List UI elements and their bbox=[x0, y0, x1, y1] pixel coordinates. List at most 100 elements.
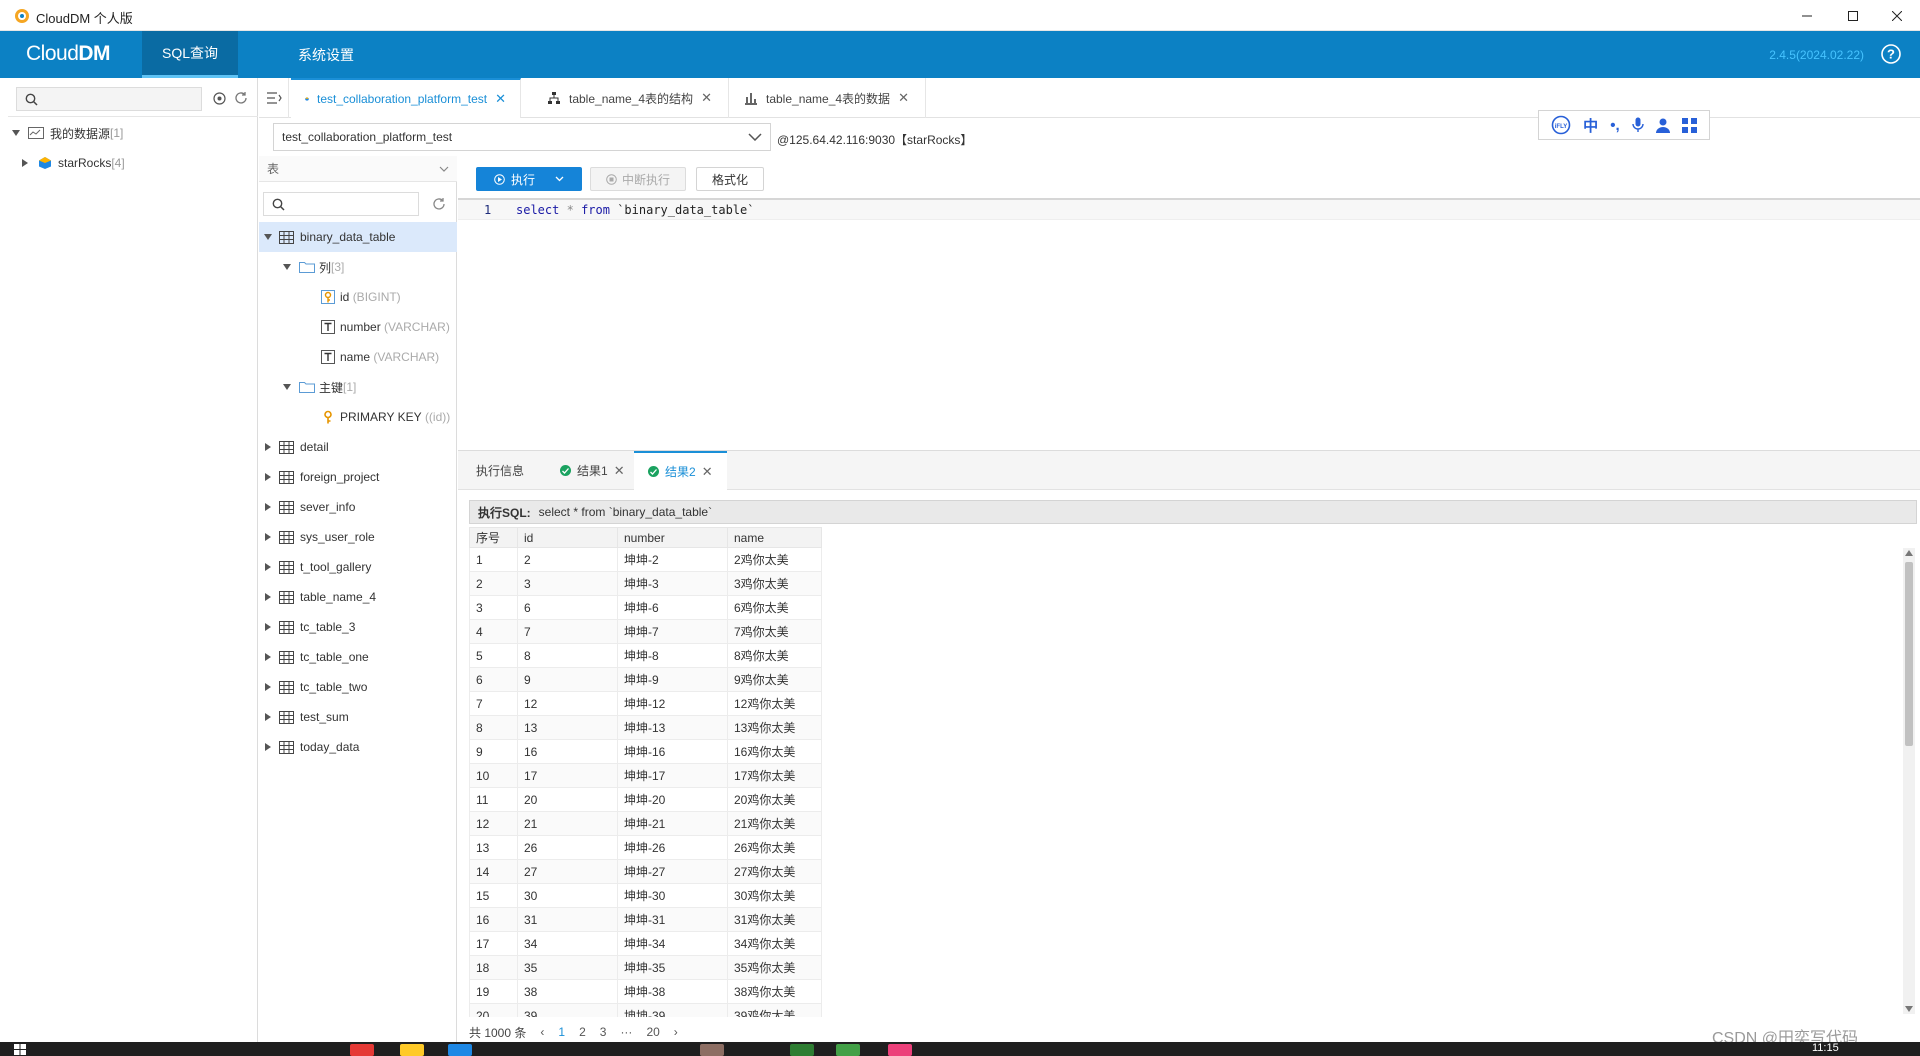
tree-table-item[interactable]: today_data bbox=[259, 732, 457, 762]
cell-name[interactable]: 9鸡你太美 bbox=[727, 667, 822, 692]
cell-number[interactable]: 坤坤-39 bbox=[617, 1003, 728, 1017]
close-tab-icon[interactable]: ✕ bbox=[701, 90, 712, 106]
execute-button[interactable]: 执行 bbox=[476, 167, 582, 191]
cell-index[interactable]: 2 bbox=[469, 571, 518, 596]
sql-editor[interactable]: 1 select * from `binary_data_table` bbox=[458, 198, 1920, 448]
table-row[interactable]: 14 27 坤坤-27 27鸡你太美 bbox=[469, 859, 822, 884]
page-20-button[interactable]: 20 bbox=[646, 1025, 659, 1039]
cell-name[interactable]: 20鸡你太美 bbox=[727, 787, 822, 812]
cell-id[interactable]: 31 bbox=[517, 907, 618, 932]
tree-primary-key[interactable]: PRIMARY KEY ((id)) bbox=[259, 402, 457, 432]
cell-id[interactable]: 35 bbox=[517, 955, 618, 980]
cell-id[interactable]: 2 bbox=[517, 547, 618, 572]
cell-id[interactable]: 17 bbox=[517, 763, 618, 788]
table-row[interactable]: 3 6 坤坤-6 6鸡你太美 bbox=[469, 595, 822, 620]
cell-name[interactable]: 27鸡你太美 bbox=[727, 859, 822, 884]
cell-number[interactable]: 坤坤-21 bbox=[617, 811, 728, 836]
column-header-index[interactable]: 序号 bbox=[469, 527, 518, 548]
cell-number[interactable]: 坤坤-3 bbox=[617, 571, 728, 596]
cell-index[interactable]: 19 bbox=[469, 979, 518, 1004]
collapse-panel-icon[interactable] bbox=[259, 78, 289, 118]
page-ellipsis[interactable]: ··· bbox=[620, 1025, 632, 1039]
cell-index[interactable]: 3 bbox=[469, 595, 518, 620]
cell-index[interactable]: 17 bbox=[469, 931, 518, 956]
tree-table-item[interactable]: tc_table_two bbox=[259, 672, 457, 702]
tree-table-item[interactable]: test_sum bbox=[259, 702, 457, 732]
cell-index[interactable]: 4 bbox=[469, 619, 518, 644]
table-row[interactable]: 13 26 坤坤-26 26鸡你太美 bbox=[469, 835, 822, 860]
cell-id[interactable]: 6 bbox=[517, 595, 618, 620]
object-type-select[interactable]: 表 bbox=[259, 156, 457, 182]
cell-number[interactable]: 坤坤-6 bbox=[617, 595, 728, 620]
app-taskbar-icon[interactable] bbox=[888, 1044, 912, 1056]
cell-name[interactable]: 6鸡你太美 bbox=[727, 595, 822, 620]
database-select[interactable]: test_collaboration_platform_test bbox=[273, 123, 771, 151]
table-row[interactable]: 20 39 坤坤-39 39鸡你太美 bbox=[469, 1003, 822, 1017]
cell-name[interactable]: 34鸡你太美 bbox=[727, 931, 822, 956]
cell-index[interactable]: 1 bbox=[469, 547, 518, 572]
cell-id[interactable]: 20 bbox=[517, 787, 618, 812]
page-3-button[interactable]: 3 bbox=[600, 1025, 607, 1039]
tree-folder-columns[interactable]: 列 [3] bbox=[259, 252, 457, 282]
folder-icon[interactable] bbox=[400, 1044, 424, 1056]
cell-index[interactable]: 20 bbox=[469, 1003, 518, 1017]
page-1-button[interactable]: 1 bbox=[558, 1025, 565, 1039]
cell-index[interactable]: 7 bbox=[469, 691, 518, 716]
cell-number[interactable]: 坤坤-12 bbox=[617, 691, 728, 716]
table-row[interactable]: 15 30 坤坤-30 30鸡你太美 bbox=[469, 883, 822, 908]
maximize-button[interactable] bbox=[1830, 0, 1876, 31]
refresh-icon[interactable] bbox=[432, 197, 446, 211]
tree-column-id[interactable]: id (BIGINT) bbox=[259, 282, 457, 312]
cell-number[interactable]: 坤坤-30 bbox=[617, 883, 728, 908]
cell-id[interactable]: 26 bbox=[517, 835, 618, 860]
cell-name[interactable]: 17鸡你太美 bbox=[727, 763, 822, 788]
cell-name[interactable]: 3鸡你太美 bbox=[727, 571, 822, 596]
close-window-button[interactable] bbox=[1874, 0, 1920, 31]
interrupt-button[interactable]: 中断执行 bbox=[590, 167, 686, 191]
windows-start-icon[interactable] bbox=[14, 1044, 26, 1055]
user-icon[interactable] bbox=[1655, 118, 1670, 133]
nav-tab-sql-query[interactable]: SQL查询 bbox=[142, 31, 239, 78]
cell-index[interactable]: 11 bbox=[469, 787, 518, 812]
tree-table-item[interactable]: sever_info bbox=[259, 492, 457, 522]
cell-index[interactable]: 6 bbox=[469, 667, 518, 692]
column-header-number[interactable]: number bbox=[617, 527, 728, 548]
tree-table-item[interactable]: tc_table_one bbox=[259, 642, 457, 672]
cell-name[interactable]: 31鸡你太美 bbox=[727, 907, 822, 932]
cell-name[interactable]: 39鸡你太美 bbox=[727, 1003, 822, 1017]
object-search-input[interactable] bbox=[263, 192, 419, 216]
datasource-search-input[interactable] bbox=[16, 87, 202, 111]
cell-index[interactable]: 18 bbox=[469, 955, 518, 980]
close-tab-icon[interactable]: ✕ bbox=[495, 91, 506, 107]
cell-number[interactable]: 坤坤-27 bbox=[617, 859, 728, 884]
table-row[interactable]: 1 2 坤坤-2 2鸡你太美 bbox=[469, 547, 822, 572]
app-taskbar-icon[interactable] bbox=[790, 1044, 814, 1056]
cell-id[interactable]: 12 bbox=[517, 691, 618, 716]
cell-id[interactable]: 7 bbox=[517, 619, 618, 644]
chrome-icon[interactable] bbox=[350, 1044, 374, 1056]
cell-name[interactable]: 13鸡你太美 bbox=[727, 715, 822, 740]
cell-id[interactable]: 8 bbox=[517, 643, 618, 668]
cell-number[interactable]: 坤坤-7 bbox=[617, 619, 728, 644]
cell-number[interactable]: 坤坤-26 bbox=[617, 835, 728, 860]
cell-number[interactable]: 坤坤-9 bbox=[617, 667, 728, 692]
table-row[interactable]: 17 34 坤坤-34 34鸡你太美 bbox=[469, 931, 822, 956]
cell-index[interactable]: 13 bbox=[469, 835, 518, 860]
punctuation-icon[interactable]: •, bbox=[1610, 117, 1619, 134]
table-row[interactable]: 9 16 坤坤-16 16鸡你太美 bbox=[469, 739, 822, 764]
table-row[interactable]: 7 12 坤坤-12 12鸡你太美 bbox=[469, 691, 822, 716]
cell-index[interactable]: 10 bbox=[469, 763, 518, 788]
tree-table-binary-data-table[interactable]: binary_data_table bbox=[259, 222, 457, 252]
table-row[interactable]: 8 13 坤坤-13 13鸡你太美 bbox=[469, 715, 822, 740]
scrollbar-thumb[interactable] bbox=[1905, 562, 1913, 746]
next-page-button[interactable]: › bbox=[674, 1025, 678, 1039]
table-row[interactable]: 6 9 坤坤-9 9鸡你太美 bbox=[469, 667, 822, 692]
tree-table-item[interactable]: sys_user_role bbox=[259, 522, 457, 552]
cell-index[interactable]: 12 bbox=[469, 811, 518, 836]
tab-table-data[interactable]: table_name_4表的数据 ✕ bbox=[730, 78, 926, 118]
cell-number[interactable]: 坤坤-20 bbox=[617, 787, 728, 812]
column-header-id[interactable]: id bbox=[517, 527, 618, 548]
cell-number[interactable]: 坤坤-31 bbox=[617, 907, 728, 932]
table-row[interactable]: 4 7 坤坤-7 7鸡你太美 bbox=[469, 619, 822, 644]
cell-id[interactable]: 30 bbox=[517, 883, 618, 908]
